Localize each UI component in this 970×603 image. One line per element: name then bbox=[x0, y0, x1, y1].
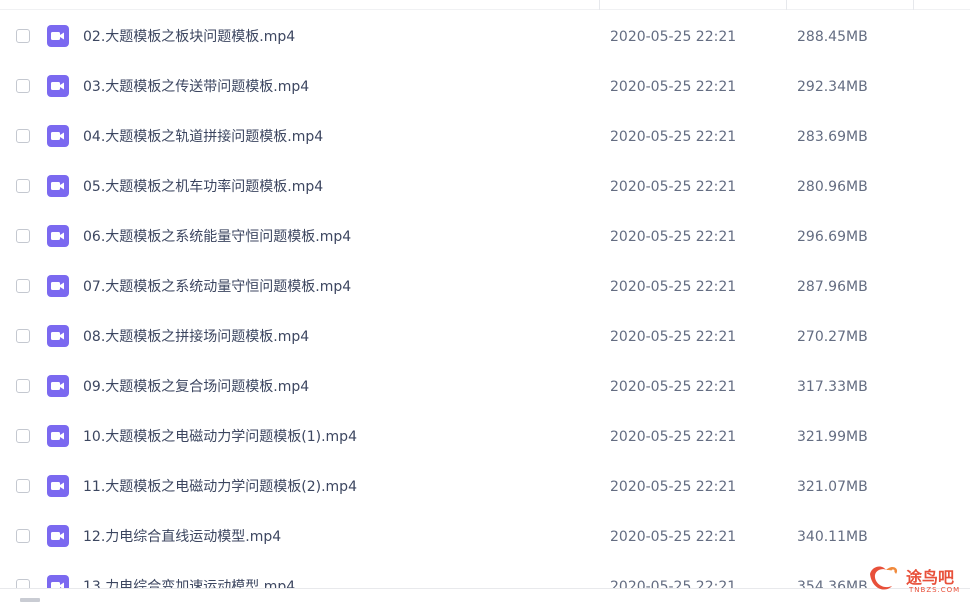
file-size: 296.69MB bbox=[797, 229, 868, 245]
file-row[interactable]: 10.大题模板之电磁动力学问题模板(1).mp4 2020-05-25 22:21… bbox=[0, 412, 970, 462]
file-row[interactable]: 02.大题模板之板块问题模板.mp4 2020-05-25 22:21 288.45… bbox=[0, 12, 970, 62]
file-modified-date: 2020-05-25 22:21 bbox=[610, 179, 737, 195]
video-file-icon bbox=[47, 325, 69, 347]
video-file-icon bbox=[47, 125, 69, 147]
file-name[interactable]: 09.大题模板之复合场问题模板.mp4 bbox=[83, 362, 309, 412]
video-file-icon bbox=[47, 175, 69, 197]
file-size: 280.96MB bbox=[797, 179, 868, 195]
file-size: 283.69MB bbox=[797, 129, 868, 145]
row-checkbox[interactable] bbox=[16, 529, 30, 543]
file-size: 317.33MB bbox=[797, 379, 868, 395]
row-checkbox[interactable] bbox=[16, 379, 30, 393]
file-name[interactable]: 06.大题模板之系统能量守恒问题模板.mp4 bbox=[83, 212, 351, 262]
video-file-icon bbox=[47, 225, 69, 247]
file-row[interactable]: 12.力电综合直线运动模型.mp4 2020-05-25 22:21 340.11M… bbox=[0, 512, 970, 562]
file-size: 288.45MB bbox=[797, 29, 868, 45]
file-list: 02.大题模板之板块问题模板.mp4 2020-05-25 22:21 288.45… bbox=[0, 12, 970, 603]
file-modified-date: 2020-05-25 22:21 bbox=[610, 129, 737, 145]
file-size: 270.27MB bbox=[797, 329, 868, 345]
video-file-icon bbox=[47, 525, 69, 547]
file-modified-date: 2020-05-25 22:21 bbox=[610, 529, 737, 545]
row-checkbox[interactable] bbox=[16, 479, 30, 493]
file-row[interactable]: 03.大题模板之传送带问题模板.mp4 2020-05-25 22:21 292.3… bbox=[0, 62, 970, 112]
file-name[interactable]: 02.大题模板之板块问题模板.mp4 bbox=[83, 12, 295, 62]
video-file-icon bbox=[47, 275, 69, 297]
file-browser: 02.大题模板之板块问题模板.mp4 2020-05-25 22:21 288.45… bbox=[0, 0, 970, 603]
video-file-icon bbox=[47, 475, 69, 497]
column-divider[interactable] bbox=[913, 0, 914, 10]
file-name[interactable]: 10.大题模板之电磁动力学问题模板(1).mp4 bbox=[83, 412, 357, 462]
file-name[interactable]: 05.大题模板之机车功率问题模板.mp4 bbox=[83, 162, 323, 212]
row-checkbox[interactable] bbox=[16, 129, 30, 143]
row-checkbox[interactable] bbox=[16, 29, 30, 43]
file-name[interactable]: 03.大题模板之传送带问题模板.mp4 bbox=[83, 62, 309, 112]
file-size: 287.96MB bbox=[797, 279, 868, 295]
watermark: 途鸟吧 TNBZS.COM bbox=[866, 560, 966, 600]
file-size: 340.11MB bbox=[797, 529, 868, 545]
watermark-url: TNBZS.COM bbox=[909, 586, 961, 594]
file-name[interactable]: 08.大题模板之拼接场问题模板.mp4 bbox=[83, 312, 309, 362]
video-file-icon bbox=[47, 375, 69, 397]
file-name[interactable]: 12.力电综合直线运动模型.mp4 bbox=[83, 512, 281, 562]
bird-logo-icon bbox=[870, 566, 898, 590]
file-size: 321.07MB bbox=[797, 479, 868, 495]
file-modified-date: 2020-05-25 22:21 bbox=[610, 229, 737, 245]
watermark-text: 途鸟吧 bbox=[906, 568, 955, 587]
row-checkbox[interactable] bbox=[16, 79, 30, 93]
file-row[interactable]: 04.大题模板之轨道拼接问题模板.mp4 2020-05-25 22:21 283.… bbox=[0, 112, 970, 162]
row-checkbox[interactable] bbox=[16, 229, 30, 243]
row-checkbox[interactable] bbox=[16, 179, 30, 193]
row-checkbox[interactable] bbox=[16, 329, 30, 343]
video-file-icon bbox=[47, 25, 69, 47]
file-row[interactable]: 08.大题模板之拼接场问题模板.mp4 2020-05-25 22:21 270.2… bbox=[0, 312, 970, 362]
video-file-icon bbox=[47, 75, 69, 97]
column-divider[interactable] bbox=[599, 0, 600, 10]
file-modified-date: 2020-05-25 22:21 bbox=[610, 429, 737, 445]
file-row[interactable]: 11.大题模板之电磁动力学问题模板(2).mp4 2020-05-25 22:21… bbox=[0, 462, 970, 512]
file-row[interactable]: 09.大题模板之复合场问题模板.mp4 2020-05-25 22:21 317.3… bbox=[0, 362, 970, 412]
file-modified-date: 2020-05-25 22:21 bbox=[610, 379, 737, 395]
file-modified-date: 2020-05-25 22:21 bbox=[610, 479, 737, 495]
status-bar-hint bbox=[20, 598, 40, 602]
video-file-icon bbox=[47, 425, 69, 447]
file-row[interactable]: 05.大题模板之机车功率问题模板.mp4 2020-05-25 22:21 280.… bbox=[0, 162, 970, 212]
file-name[interactable]: 11.大题模板之电磁动力学问题模板(2).mp4 bbox=[83, 462, 357, 512]
file-modified-date: 2020-05-25 22:21 bbox=[610, 29, 737, 45]
file-name[interactable]: 07.大题模板之系统动量守恒问题模板.mp4 bbox=[83, 262, 351, 312]
file-modified-date: 2020-05-25 22:21 bbox=[610, 329, 737, 345]
file-size: 321.99MB bbox=[797, 429, 868, 445]
row-checkbox[interactable] bbox=[16, 429, 30, 443]
status-bar bbox=[0, 588, 970, 603]
file-modified-date: 2020-05-25 22:21 bbox=[610, 279, 737, 295]
file-row[interactable]: 06.大题模板之系统能量守恒问题模板.mp4 2020-05-25 22:21 29… bbox=[0, 212, 970, 262]
row-checkbox[interactable] bbox=[16, 279, 30, 293]
file-size: 292.34MB bbox=[797, 79, 868, 95]
file-name[interactable]: 04.大题模板之轨道拼接问题模板.mp4 bbox=[83, 112, 323, 162]
file-row[interactable]: 07.大题模板之系统动量守恒问题模板.mp4 2020-05-25 22:21 28… bbox=[0, 262, 970, 312]
file-modified-date: 2020-05-25 22:21 bbox=[610, 79, 737, 95]
column-divider[interactable] bbox=[786, 0, 787, 10]
column-header bbox=[0, 0, 970, 10]
